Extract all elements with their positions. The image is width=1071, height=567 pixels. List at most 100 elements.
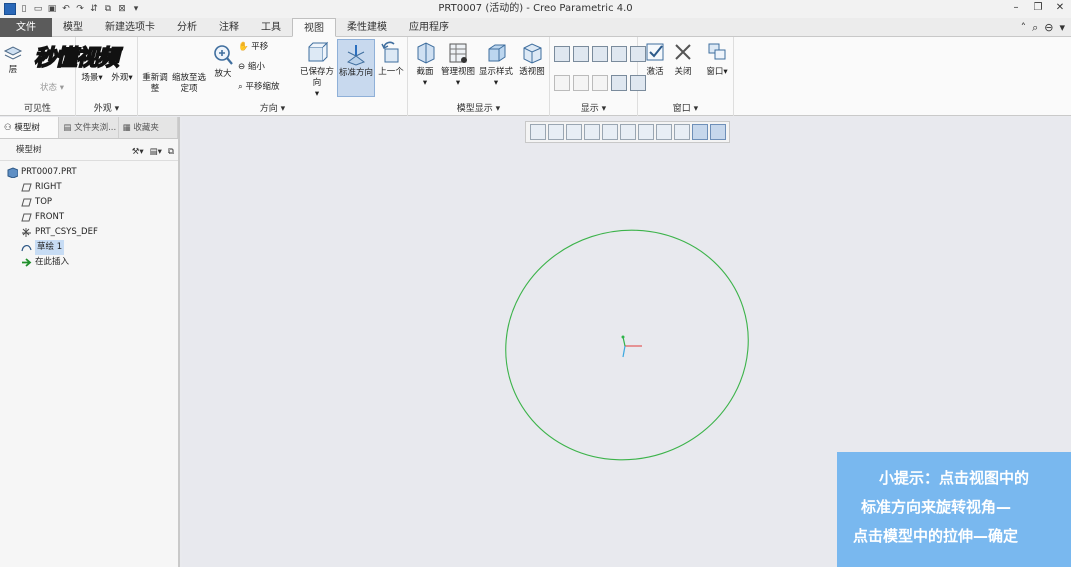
status-label: 状态 [40, 83, 58, 93]
windows-icon[interactable]: ⧉ [102, 3, 114, 15]
graphics-toolbar [525, 121, 730, 143]
refit-button[interactable]: 重新调整 [140, 73, 170, 95]
close-window-icon[interactable]: ⊠ [116, 3, 128, 15]
csys-tag-icon[interactable] [611, 75, 627, 91]
perspective-button[interactable]: 透视图 [516, 41, 548, 78]
tab-view[interactable]: 视图 [292, 18, 336, 37]
datum-display-row-1 [553, 46, 647, 62]
new-file-icon[interactable]: ▯ [18, 3, 30, 15]
tip-overlay: 小提示：点击视图中的 标准方向来旋转视角— 点击模型中的拉伸—确定 [837, 452, 1071, 567]
appearance-button[interactable]: 外观▾ [108, 73, 136, 84]
app-icon[interactable] [4, 3, 16, 15]
tab-model[interactable]: 模型 [52, 18, 94, 37]
standard-orientation-button[interactable]: 标准方向 [337, 39, 375, 97]
tab-annotate[interactable]: 注释 [208, 18, 250, 37]
plane-tag-icon[interactable] [554, 75, 570, 91]
tab-tools[interactable]: 工具 [250, 18, 292, 37]
group-appearance-label: 外观 ▾ [93, 104, 120, 114]
search-icon[interactable]: ⌕ [1032, 21, 1038, 35]
save-icon[interactable]: ▣ [46, 3, 58, 15]
close-icon[interactable]: ✕ [1049, 0, 1071, 18]
zoom-out-button[interactable]: ⊖ 缩小 [238, 62, 278, 73]
tab-file[interactable]: 文件 [0, 18, 52, 37]
tree-header-label: 模型树 [16, 145, 42, 155]
tree-filter-icon[interactable]: ⧉ [168, 141, 174, 163]
sketch-circle[interactable] [476, 199, 779, 491]
navigator-tabs: ⚇ 模型树 ▤ 文件夹浏... ▦ 收藏夹 [0, 117, 178, 139]
refit-icon[interactable] [529, 124, 546, 140]
tree-node-csys[interactable]: PRT_CSYS_DEF [0, 225, 178, 240]
spin-center-icon[interactable] [601, 124, 618, 140]
previous-button[interactable]: 上一个 [376, 41, 406, 78]
tree-node-right[interactable]: RIGHT [0, 180, 178, 195]
display-style-button[interactable]: 显示样式 ▾ [478, 41, 514, 89]
zoom-out-icon[interactable] [565, 124, 582, 140]
activate-label: 激活 [646, 67, 664, 77]
help-dropdown-icon[interactable]: ▾ [1059, 21, 1065, 34]
zoom-out-icon: ⊖ [238, 62, 246, 72]
standard-orientation-label: 标准方向 [338, 68, 373, 78]
saved-orientations-icon[interactable] [637, 124, 654, 140]
status-button[interactable]: 状态 ▾ [32, 83, 72, 94]
repaint-icon[interactable] [583, 124, 600, 140]
layer-button[interactable]: 层 [2, 43, 24, 76]
undo-icon[interactable]: ↶ [60, 3, 72, 15]
zoom-in-button[interactable]: 放大 [210, 43, 236, 80]
tab-model-tree[interactable]: ⚇ 模型树 [0, 117, 60, 138]
customize-dropdown-icon[interactable]: ▾ [130, 3, 142, 15]
sketch-icon [20, 242, 32, 254]
display-style-icon[interactable] [619, 124, 636, 140]
open-folder-icon[interactable]: ▭ [32, 3, 44, 15]
pan-button[interactable]: ✋ 平移 [238, 42, 278, 53]
restore-icon[interactable]: ❐ [1027, 0, 1049, 18]
tree-node-label: FRONT [35, 212, 65, 222]
view-manager-icon[interactable] [655, 124, 672, 140]
help-icon[interactable]: ⊖ [1044, 21, 1053, 34]
pan-zoom-button[interactable]: ⌕ 平移缩放 [238, 82, 292, 93]
tab-applications[interactable]: 应用程序 [398, 18, 460, 37]
tree-node-insert-here[interactable]: 在此插入 [0, 255, 178, 270]
window-label: 窗口 [706, 67, 724, 77]
axis-display-icon[interactable] [573, 46, 589, 62]
tree-node-front[interactable]: FRONT [0, 210, 178, 225]
minimize-icon[interactable]: – [1005, 0, 1027, 18]
standard-orientation-icon [346, 45, 366, 66]
axis-tag-icon[interactable] [573, 75, 589, 91]
pan-label: 平移 [251, 42, 269, 52]
scene-button[interactable]: 场景▾ [78, 73, 106, 84]
tab-folder-browser[interactable]: ▤ 文件夹浏... [59, 117, 119, 138]
tab-favorites[interactable]: ▦ 收藏夹 [119, 117, 178, 138]
point-display-icon[interactable] [592, 46, 608, 62]
zoom-selected-button[interactable]: 缩放至选定项 [171, 73, 207, 95]
datum-plane-icon [20, 182, 32, 194]
point-tag-icon[interactable] [592, 75, 608, 91]
tab-new[interactable]: 新建选项卡 [94, 18, 166, 37]
redo-icon[interactable]: ↷ [74, 3, 86, 15]
navigator-panel: ⚇ 模型树 ▤ 文件夹浏... ▦ 收藏夹 模型树 ⚒▾ ▤▾ ⧉ PRT000… [0, 117, 180, 567]
close-button[interactable]: 关闭 [670, 41, 696, 78]
tree-settings-icon[interactable]: ⚒▾ [132, 141, 144, 163]
group-window-label: 窗口 ▾ [672, 104, 699, 114]
tree-node-top[interactable]: TOP [0, 195, 178, 210]
tree-node-part[interactable]: PRT0007.PRT [0, 165, 178, 180]
zoom-in-icon[interactable] [547, 124, 564, 140]
saved-orientations-button[interactable]: 已保存方向 ▾ [298, 41, 336, 100]
annotation-display-icon[interactable] [691, 124, 708, 140]
section-button[interactable]: 截面 ▾ [412, 41, 438, 89]
activate-button[interactable]: 激活 [642, 41, 668, 78]
collapse-ribbon-icon[interactable]: ˄ [1021, 21, 1027, 34]
csys-display-icon[interactable] [611, 46, 627, 62]
group-visibility-label: 可见性 [23, 104, 51, 114]
window-button[interactable]: 窗口▾ [702, 41, 732, 78]
datum-display-icon[interactable] [673, 124, 690, 140]
group-show-label: 显示 ▾ [580, 104, 607, 114]
tree-node-sketch[interactable]: 草绘 1 [0, 240, 178, 255]
regenerate-icon[interactable]: ⇵ [88, 3, 100, 15]
manage-views-button[interactable]: 管理视图 ▾ [440, 41, 476, 89]
plane-display-icon[interactable] [554, 46, 570, 62]
tab-analysis[interactable]: 分析 [166, 18, 208, 37]
tree-show-icon[interactable]: ▤▾ [150, 141, 162, 163]
favorites-icon: ▦ [122, 123, 131, 133]
tab-flexible-modeling[interactable]: 柔性建模 [336, 18, 398, 37]
sketch-view-icon[interactable] [709, 124, 726, 140]
